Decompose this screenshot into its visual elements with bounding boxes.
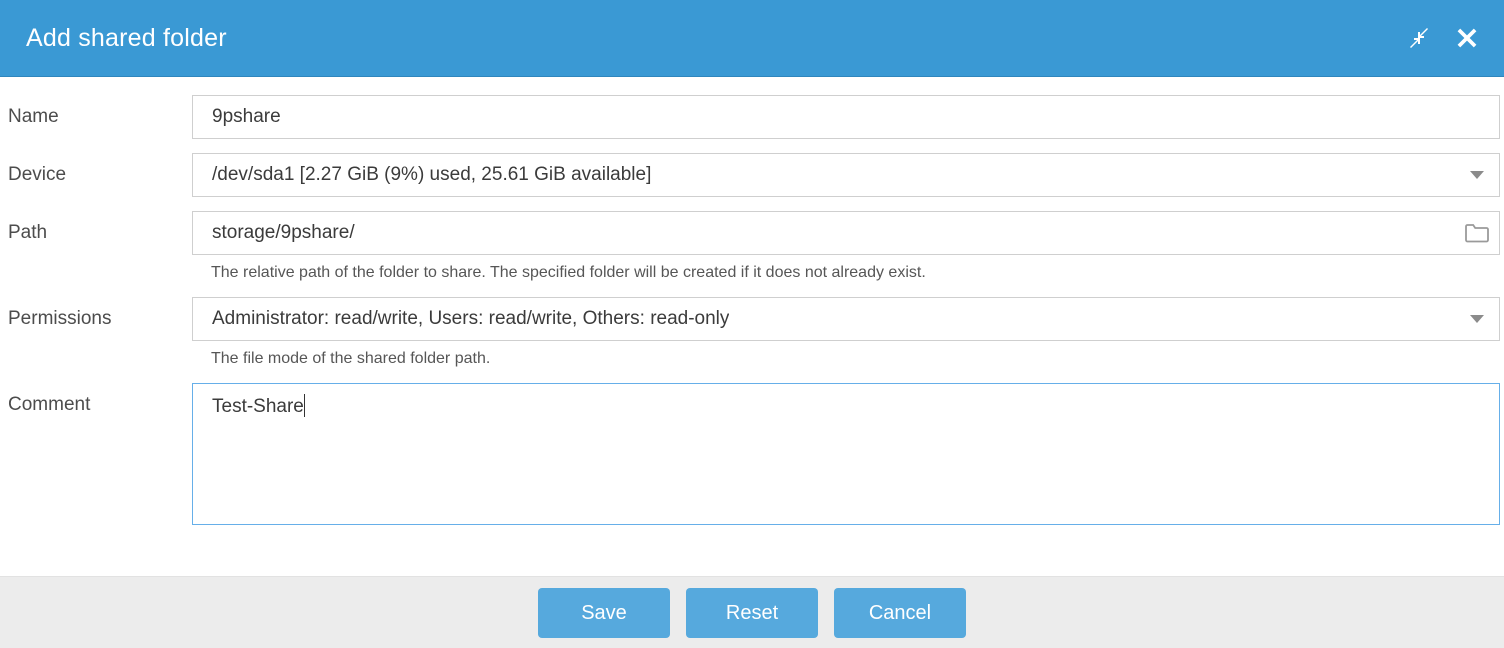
permissions-select-value: Administrator: read/write, Users: read/w… (212, 308, 730, 329)
path-hint: The relative path of the folder to share… (211, 264, 926, 281)
cancel-button[interactable]: Cancel (834, 587, 966, 638)
comment-textarea[interactable]: Test-Share (192, 383, 1500, 525)
collapse-icon[interactable] (1404, 23, 1434, 53)
device-select[interactable]: /dev/sda1 [2.27 GiB (9%) used, 25.61 GiB… (192, 153, 1500, 197)
add-shared-folder-dialog: Add shared folder Name 9pshare Device /d… (0, 0, 1504, 648)
caret-shape (1470, 171, 1484, 179)
dialog-body: Name 9pshare Device /dev/sda1 [2.27 GiB … (0, 77, 1504, 576)
dialog-footer: Save Reset Cancel (0, 576, 1504, 648)
close-icon[interactable] (1452, 23, 1482, 53)
header-tools (1404, 23, 1482, 53)
permissions-label: Permissions (8, 308, 112, 329)
comment-label: Comment (8, 394, 91, 415)
permissions-control: Administrator: read/write, Users: read/w… (192, 297, 1502, 369)
path-input-value: storage/9pshare/ (212, 222, 355, 243)
reset-button[interactable]: Reset (686, 587, 818, 638)
form-row-name: Name 9pshare (0, 95, 1504, 139)
comment-control: Test-Share (192, 383, 1502, 525)
form-row-permissions: Permissions Administrator: read/write, U… (0, 297, 1504, 369)
permissions-hint: The file mode of the shared folder path. (211, 350, 491, 367)
path-input[interactable]: storage/9pshare/ (192, 211, 1500, 255)
name-input[interactable]: 9pshare (192, 95, 1500, 139)
folder-icon[interactable] (1455, 212, 1499, 254)
form-row-path: Path storage/9pshare/ The relative path … (0, 211, 1504, 283)
device-label: Device (8, 164, 67, 185)
comment-textarea-value: Test-Share (212, 396, 304, 417)
caret-shape (1470, 315, 1484, 323)
form-row-comment: Comment Test-Share (0, 383, 1504, 525)
permissions-select[interactable]: Administrator: read/write, Users: read/w… (192, 297, 1500, 341)
dialog-header: Add shared folder (0, 0, 1504, 77)
dialog-title: Add shared folder (26, 23, 227, 52)
path-control: storage/9pshare/ The relative path of th… (192, 211, 1502, 283)
device-control: /dev/sda1 [2.27 GiB (9%) used, 25.61 GiB… (192, 153, 1502, 197)
text-cursor (303, 394, 305, 417)
name-label: Name (8, 106, 59, 127)
save-button[interactable]: Save (538, 587, 670, 638)
device-select-value: /dev/sda1 [2.27 GiB (9%) used, 25.61 GiB… (212, 164, 652, 185)
name-control: 9pshare (192, 95, 1502, 139)
name-input-value: 9pshare (212, 106, 281, 127)
chevron-down-icon[interactable] (1455, 154, 1499, 196)
form-row-device: Device /dev/sda1 [2.27 GiB (9%) used, 25… (0, 153, 1504, 197)
path-label: Path (8, 222, 48, 243)
chevron-down-icon[interactable] (1455, 298, 1499, 340)
